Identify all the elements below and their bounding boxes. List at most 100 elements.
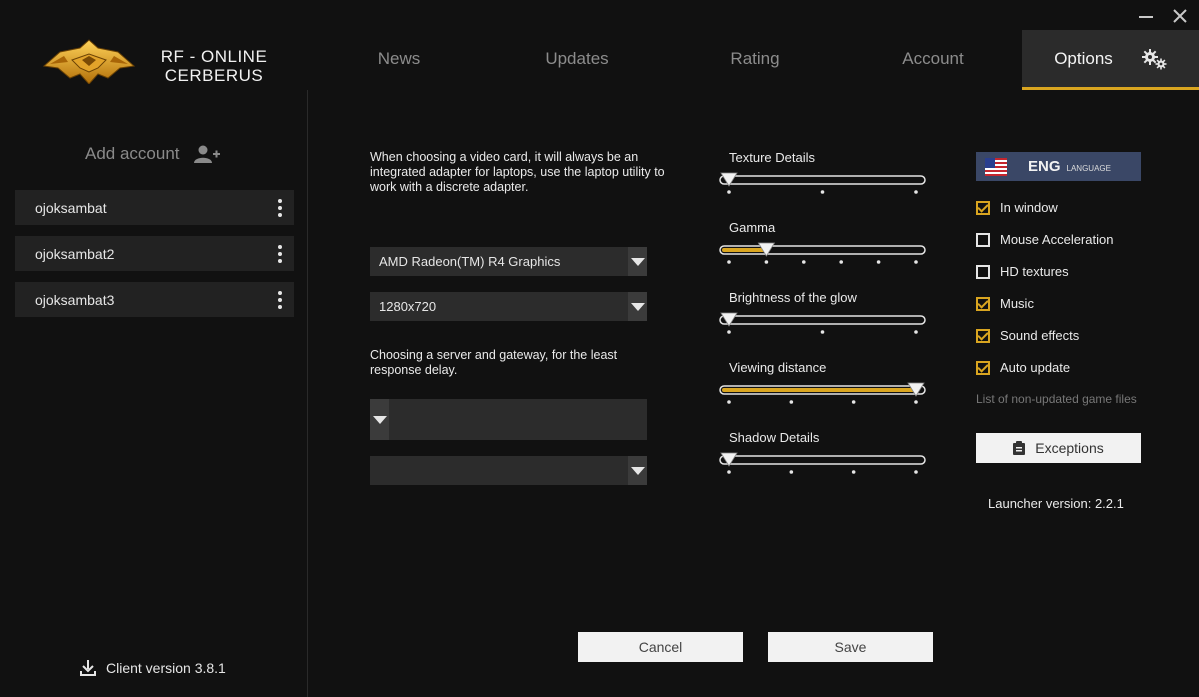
close-icon	[1173, 9, 1187, 23]
server-note: Choosing a server and gateway, for the l…	[370, 348, 618, 377]
tab-account[interactable]: Account	[844, 30, 1022, 88]
tab-rating[interactable]: Rating	[666, 30, 844, 88]
add-user-icon	[193, 145, 220, 163]
checkbox-checked	[976, 200, 990, 215]
slider-track	[719, 315, 926, 325]
account-item[interactable]: ojoksambat	[15, 190, 294, 225]
minimize-icon	[1139, 16, 1153, 18]
chevron-down-icon	[628, 292, 647, 321]
slider-tick	[789, 400, 794, 404]
slider-tick	[820, 190, 825, 194]
more-vertical-icon[interactable]	[278, 290, 282, 309]
checkbox-label: In window	[1000, 200, 1058, 215]
checkbox-checked	[976, 296, 990, 311]
checkbox-unchecked	[976, 264, 990, 279]
in-window-checkbox[interactable]: In window	[976, 200, 1058, 215]
music-checkbox[interactable]: Music	[976, 296, 1034, 311]
tab-account-label: Account	[902, 49, 964, 68]
slider-tick	[727, 260, 731, 264]
auto-update-checkbox[interactable]: Auto update	[976, 360, 1070, 375]
checkbox-unchecked	[976, 232, 990, 247]
language-sub-label: LANGUAGE	[1066, 164, 1111, 173]
chevron-down-icon	[628, 247, 647, 276]
slider-tick	[914, 260, 918, 264]
slider-tick	[764, 260, 769, 264]
gamma-slider[interactable]	[719, 240, 926, 270]
more-vertical-icon[interactable]	[278, 198, 282, 217]
slider-track	[719, 455, 926, 465]
sidebar: Add account ojoksambat ojoksambat2 ojoks…	[0, 90, 308, 697]
slider-tick	[914, 330, 918, 334]
shadow-details-slider[interactable]	[719, 450, 926, 480]
brand-line-1: RF - ONLINE	[160, 47, 268, 66]
account-name: ojoksambat3	[35, 291, 115, 308]
account-item[interactable]: ojoksambat2	[15, 236, 294, 271]
video-card-note: When choosing a video card, it will alwa…	[370, 150, 665, 194]
slider-tick	[727, 330, 731, 334]
client-version-text: Client version 3.8.1	[106, 660, 226, 676]
slider-tick	[789, 470, 794, 474]
chevron-down-icon	[628, 456, 647, 485]
brightness-glow-label: Brightness of the glow	[729, 290, 857, 305]
mouse-acceleration-checkbox[interactable]: Mouse Acceleration	[976, 232, 1113, 247]
slider-tick	[727, 190, 731, 194]
viewing-distance-label: Viewing distance	[729, 360, 827, 375]
account-item[interactable]: ojoksambat3	[15, 282, 294, 317]
slider-tick	[851, 470, 856, 474]
slider-tick	[802, 260, 806, 264]
close-button[interactable]	[1170, 6, 1190, 26]
gears-icon	[1141, 48, 1167, 69]
slider-tick	[876, 260, 881, 264]
download-icon	[80, 660, 96, 676]
exceptions-button[interactable]: Exceptions	[976, 433, 1141, 463]
slider-tick	[914, 470, 918, 474]
save-label: Save	[834, 639, 867, 655]
gateway-select[interactable]	[370, 456, 647, 485]
account-name: ojoksambat	[35, 199, 107, 216]
client-version: Client version 3.8.1	[80, 660, 226, 676]
video-card-value: AMD Radeon(TM) R4 Graphics	[379, 254, 561, 269]
tab-rating-label: Rating	[730, 49, 780, 68]
resolution-select[interactable]: 1280x720	[370, 292, 647, 321]
checkbox-label: Music	[1000, 296, 1034, 311]
save-button[interactable]: Save	[768, 632, 933, 662]
tab-news-label: News	[377, 49, 421, 68]
video-card-select[interactable]: AMD Radeon(TM) R4 Graphics	[370, 247, 647, 276]
language-code: ENG	[1028, 158, 1061, 175]
texture-details-label: Texture Details	[729, 150, 815, 165]
minimize-button[interactable]	[1136, 6, 1156, 26]
cancel-button[interactable]: Cancel	[578, 632, 743, 662]
slider-tick	[839, 260, 843, 264]
checkbox-label: Mouse Acceleration	[1000, 232, 1114, 247]
checkbox-label: Sound effects	[1000, 328, 1080, 343]
viewing-distance-slider[interactable]	[719, 380, 926, 410]
tab-updates[interactable]: Updates	[488, 30, 666, 88]
account-name: ojoksambat2	[35, 245, 115, 262]
hd-textures-checkbox[interactable]: HD textures	[976, 264, 1069, 279]
sound-effects-checkbox[interactable]: Sound effects	[976, 328, 1079, 343]
language-button[interactable]: ENG LANGUAGE	[976, 152, 1141, 181]
tab-news[interactable]: News	[310, 30, 488, 88]
chevron-down-icon	[370, 399, 389, 440]
texture-details-slider[interactable]	[719, 170, 926, 200]
checkbox-label: HD textures	[1000, 264, 1069, 279]
slider-tick	[727, 470, 731, 474]
slider-track	[719, 175, 926, 185]
non-updated-files-label: List of non-updated game files	[976, 392, 1137, 406]
cancel-label: Cancel	[638, 639, 683, 655]
slider-fill	[722, 388, 916, 392]
slider-tick	[914, 400, 918, 404]
gamma-label: Gamma	[729, 220, 776, 235]
server-select[interactable]	[370, 399, 647, 440]
brightness-glow-slider[interactable]	[719, 310, 926, 340]
add-account-button[interactable]: Add account	[85, 144, 220, 164]
checkbox-checked	[976, 328, 990, 343]
slider-fill	[722, 248, 767, 252]
slider-tick	[914, 190, 918, 194]
tab-updates-label: Updates	[545, 49, 609, 68]
exceptions-label: Exceptions	[1035, 440, 1104, 456]
tab-options[interactable]: Options	[1022, 30, 1199, 90]
slider-tick	[727, 400, 731, 404]
header: RF - ONLINE CERBERUS News Updates Rating…	[0, 0, 1199, 90]
more-vertical-icon[interactable]	[278, 244, 282, 263]
